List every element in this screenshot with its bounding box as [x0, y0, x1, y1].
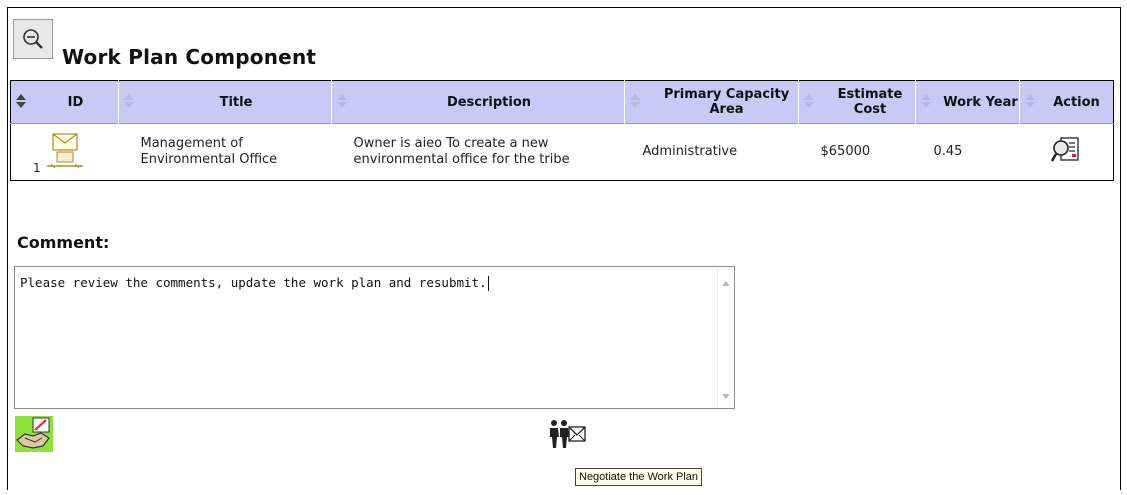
scroll-up-icon[interactable]: [722, 281, 730, 286]
sort-icon[interactable]: [124, 94, 134, 110]
cell-action: [1019, 123, 1114, 181]
page-title: Work Plan Component: [62, 45, 317, 69]
comment-textarea[interactable]: Please review the comments, update the w…: [14, 266, 735, 409]
column-header-primary-capacity-area[interactable]: Primary Capacity Area: [624, 80, 799, 124]
column-header-title[interactable]: Title: [118, 80, 332, 124]
view-details-icon[interactable]: [1050, 135, 1082, 165]
sort-icon[interactable]: [1025, 94, 1035, 110]
comment-label: Comment:: [17, 233, 110, 252]
row-id: 1: [33, 161, 41, 175]
table-header-row: ID Title Description Primary Capacity Ar…: [10, 80, 1114, 124]
sort-icon[interactable]: [921, 94, 931, 110]
cell-primary-capacity-area: Administrative: [624, 123, 799, 181]
column-header-action[interactable]: Action: [1019, 80, 1114, 124]
sort-icon[interactable]: [337, 94, 347, 110]
cell-estimate-cost: $65000: [798, 123, 916, 181]
sort-icon[interactable]: [630, 94, 640, 110]
cell-id: 1: [10, 123, 119, 181]
cell-description: Owner is aieo To create a new environmen…: [331, 123, 625, 181]
negotiate-icon[interactable]: [547, 419, 587, 449]
sort-icon[interactable]: [804, 94, 814, 110]
cell-title: Management of Environmental Office: [118, 123, 332, 181]
column-header-estimate-cost[interactable]: Estimate Cost: [798, 80, 916, 124]
column-header-work-year[interactable]: Work Year: [915, 80, 1020, 124]
table-row: 1 Management of Environmental Office Own…: [10, 123, 1114, 181]
comment-scrollbar[interactable]: [717, 267, 734, 408]
cell-work-year: 0.45: [915, 123, 1020, 181]
work-plan-table: ID Title Description Primary Capacity Ar…: [10, 80, 1114, 181]
zoom-out-icon: [23, 29, 43, 49]
negotiate-tooltip: Negotiate the Work Plan: [575, 468, 703, 486]
handshake-approve-icon[interactable]: [15, 416, 53, 452]
text-caret: [487, 276, 489, 291]
sort-icon[interactable]: [16, 94, 26, 110]
scroll-down-icon[interactable]: [722, 394, 730, 399]
mail-document-icon[interactable]: [43, 132, 87, 172]
comment-text: Please review the comments, update the w…: [20, 275, 489, 291]
column-header-description[interactable]: Description: [331, 80, 625, 124]
zoom-out-button[interactable]: [13, 19, 53, 59]
column-header-id[interactable]: ID: [10, 80, 119, 124]
